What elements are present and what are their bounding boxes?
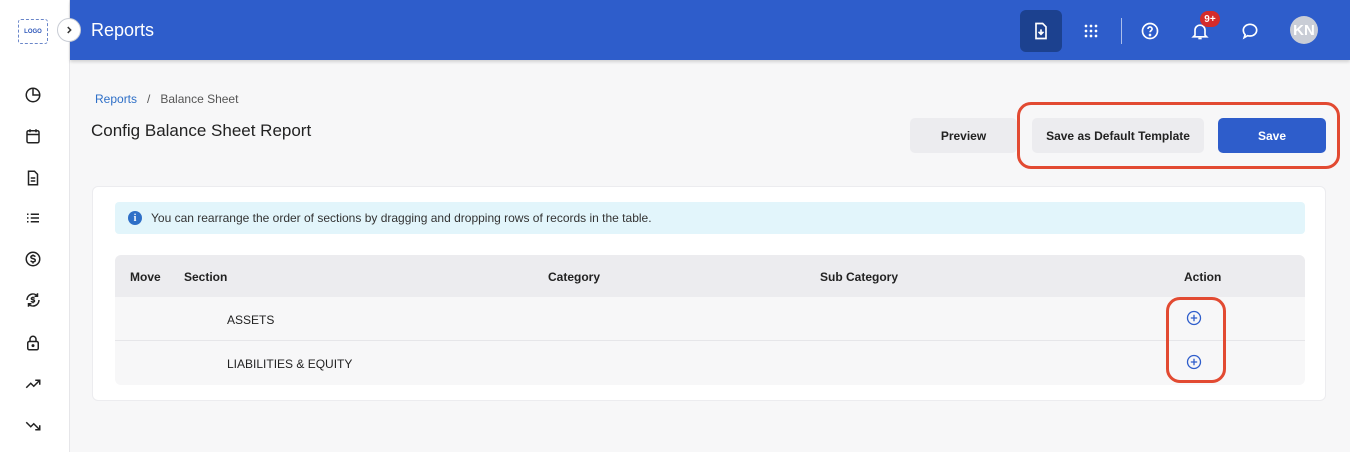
info-message: You can rearrange the order of sections …: [151, 211, 652, 225]
user-avatar[interactable]: KN: [1290, 16, 1318, 44]
download-file-icon: [1035, 22, 1047, 40]
trending-up-icon[interactable]: [23, 374, 43, 394]
breadcrumb-reports-link[interactable]: Reports: [95, 92, 137, 106]
currency-exchange-icon[interactable]: [23, 290, 43, 310]
app-logo[interactable]: LOGO: [18, 19, 48, 44]
info-banner: i You can rearrange the order of section…: [115, 202, 1305, 234]
list-icon[interactable]: [23, 208, 43, 228]
header-title: Reports: [91, 20, 155, 40]
breadcrumb: Reports / Balance Sheet: [95, 92, 238, 106]
add-circle-icon[interactable]: [1186, 310, 1202, 326]
table-header: Move Section Category Sub Category Actio…: [115, 255, 1305, 297]
header-divider: [1121, 18, 1122, 44]
column-move: Move: [130, 270, 161, 284]
trending-down-icon[interactable]: [23, 416, 43, 436]
chevron-right-icon: [67, 26, 72, 34]
column-action: Action: [1184, 270, 1222, 284]
breadcrumb-current: Balance Sheet: [160, 92, 239, 106]
row-section: ASSETS: [227, 313, 275, 327]
add-circle-icon[interactable]: [1186, 354, 1202, 370]
row-section: LIABILITIES & EQUITY: [227, 357, 353, 371]
help-button[interactable]: [1129, 10, 1171, 52]
grid-icon: [1084, 24, 1098, 38]
column-section: Section: [184, 270, 228, 284]
help-icon: [1141, 22, 1159, 40]
dollar-icon[interactable]: [23, 249, 43, 269]
page-title: Config Balance Sheet Report: [91, 121, 312, 140]
sections-table: Move Section Category Sub Category Actio…: [115, 255, 1305, 385]
document-icon[interactable]: [23, 168, 43, 188]
table-row[interactable]: ASSETS: [115, 297, 1305, 341]
sidebar: LOGO: [0, 0, 70, 452]
top-header: Reports 9+ KN: [70, 0, 1350, 60]
column-sub-category: Sub Category: [820, 270, 899, 284]
calendar-icon[interactable]: [23, 126, 43, 146]
preview-button[interactable]: Preview: [910, 118, 1017, 153]
lock-icon[interactable]: [23, 333, 43, 353]
config-card: i You can rearrange the order of section…: [92, 186, 1326, 401]
info-icon: i: [128, 211, 142, 225]
save-as-default-template-button[interactable]: Save as Default Template: [1032, 118, 1204, 153]
chat-icon: [1242, 23, 1258, 40]
pie-chart-icon[interactable]: [23, 85, 43, 105]
table-row[interactable]: LIABILITIES & EQUITY: [115, 341, 1305, 385]
save-button[interactable]: Save: [1218, 118, 1326, 153]
sidebar-toggle-button[interactable]: [57, 18, 81, 42]
download-report-button[interactable]: [1020, 10, 1062, 52]
notification-badge: 9+: [1200, 11, 1220, 27]
apps-grid-button[interactable]: [1070, 10, 1112, 52]
breadcrumb-separator: /: [147, 92, 151, 106]
chat-button[interactable]: [1229, 10, 1271, 52]
column-category: Category: [548, 270, 601, 284]
